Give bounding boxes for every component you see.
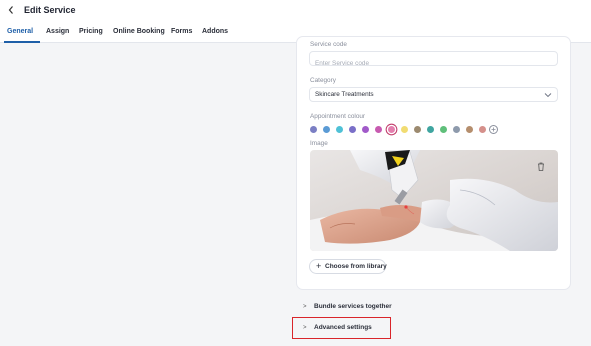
colour-swatch[interactable] xyxy=(323,126,330,133)
plus-icon: + xyxy=(316,261,322,271)
active-tab-indicator xyxy=(4,41,40,43)
colour-swatch[interactable] xyxy=(375,126,382,133)
plus-circle-icon xyxy=(491,127,496,132)
tab-addons[interactable]: Addons xyxy=(202,27,228,37)
choose-from-library-label: Choose from library xyxy=(325,263,387,270)
service-code-input[interactable] xyxy=(310,57,557,70)
tab-general[interactable]: General xyxy=(7,27,33,37)
colour-swatch[interactable] xyxy=(362,126,369,133)
colour-swatch[interactable] xyxy=(401,126,408,133)
service-image[interactable] xyxy=(310,150,558,251)
chevron-down-icon xyxy=(544,93,552,98)
chevron-right-icon: > xyxy=(303,304,307,310)
colour-swatch[interactable] xyxy=(336,126,343,133)
tab-forms[interactable]: Forms xyxy=(171,27,192,37)
colour-swatch[interactable] xyxy=(466,126,473,133)
category-label: Category xyxy=(310,77,336,84)
choose-from-library-button[interactable]: + Choose from library xyxy=(309,259,387,274)
page-title: Edit Service xyxy=(24,5,76,15)
tab-online-booking[interactable]: Online Booking xyxy=(113,27,165,37)
category-select[interactable]: Skincare Treatments xyxy=(309,87,558,102)
highlight-box xyxy=(292,317,391,339)
colour-swatch[interactable] xyxy=(310,126,317,133)
appointment-colour-label: Appointment colour xyxy=(310,113,366,120)
colour-swatch[interactable] xyxy=(349,126,356,133)
colour-swatch[interactable] xyxy=(388,126,395,133)
add-colour-button[interactable] xyxy=(489,125,498,134)
category-value: Skincare Treatments xyxy=(315,91,374,98)
top-bar: Edit Service xyxy=(0,0,591,22)
image-label: Image xyxy=(310,140,328,147)
back-button[interactable] xyxy=(5,3,17,17)
colour-swatch[interactable] xyxy=(440,126,447,133)
service-code-label: Service code xyxy=(310,41,347,48)
trash-icon[interactable] xyxy=(537,162,545,171)
colour-swatch[interactable] xyxy=(414,126,421,133)
bundle-services-label: Bundle services together xyxy=(314,303,392,310)
colour-swatch[interactable] xyxy=(479,126,486,133)
colour-swatch[interactable] xyxy=(453,126,460,133)
service-code-field[interactable] xyxy=(309,51,558,70)
service-photo xyxy=(310,150,558,251)
tab-assign[interactable]: Assign xyxy=(46,27,69,37)
chevron-left-icon xyxy=(8,6,13,14)
colour-swatch[interactable] xyxy=(427,126,434,133)
tab-pricing[interactable]: Pricing xyxy=(79,27,103,37)
